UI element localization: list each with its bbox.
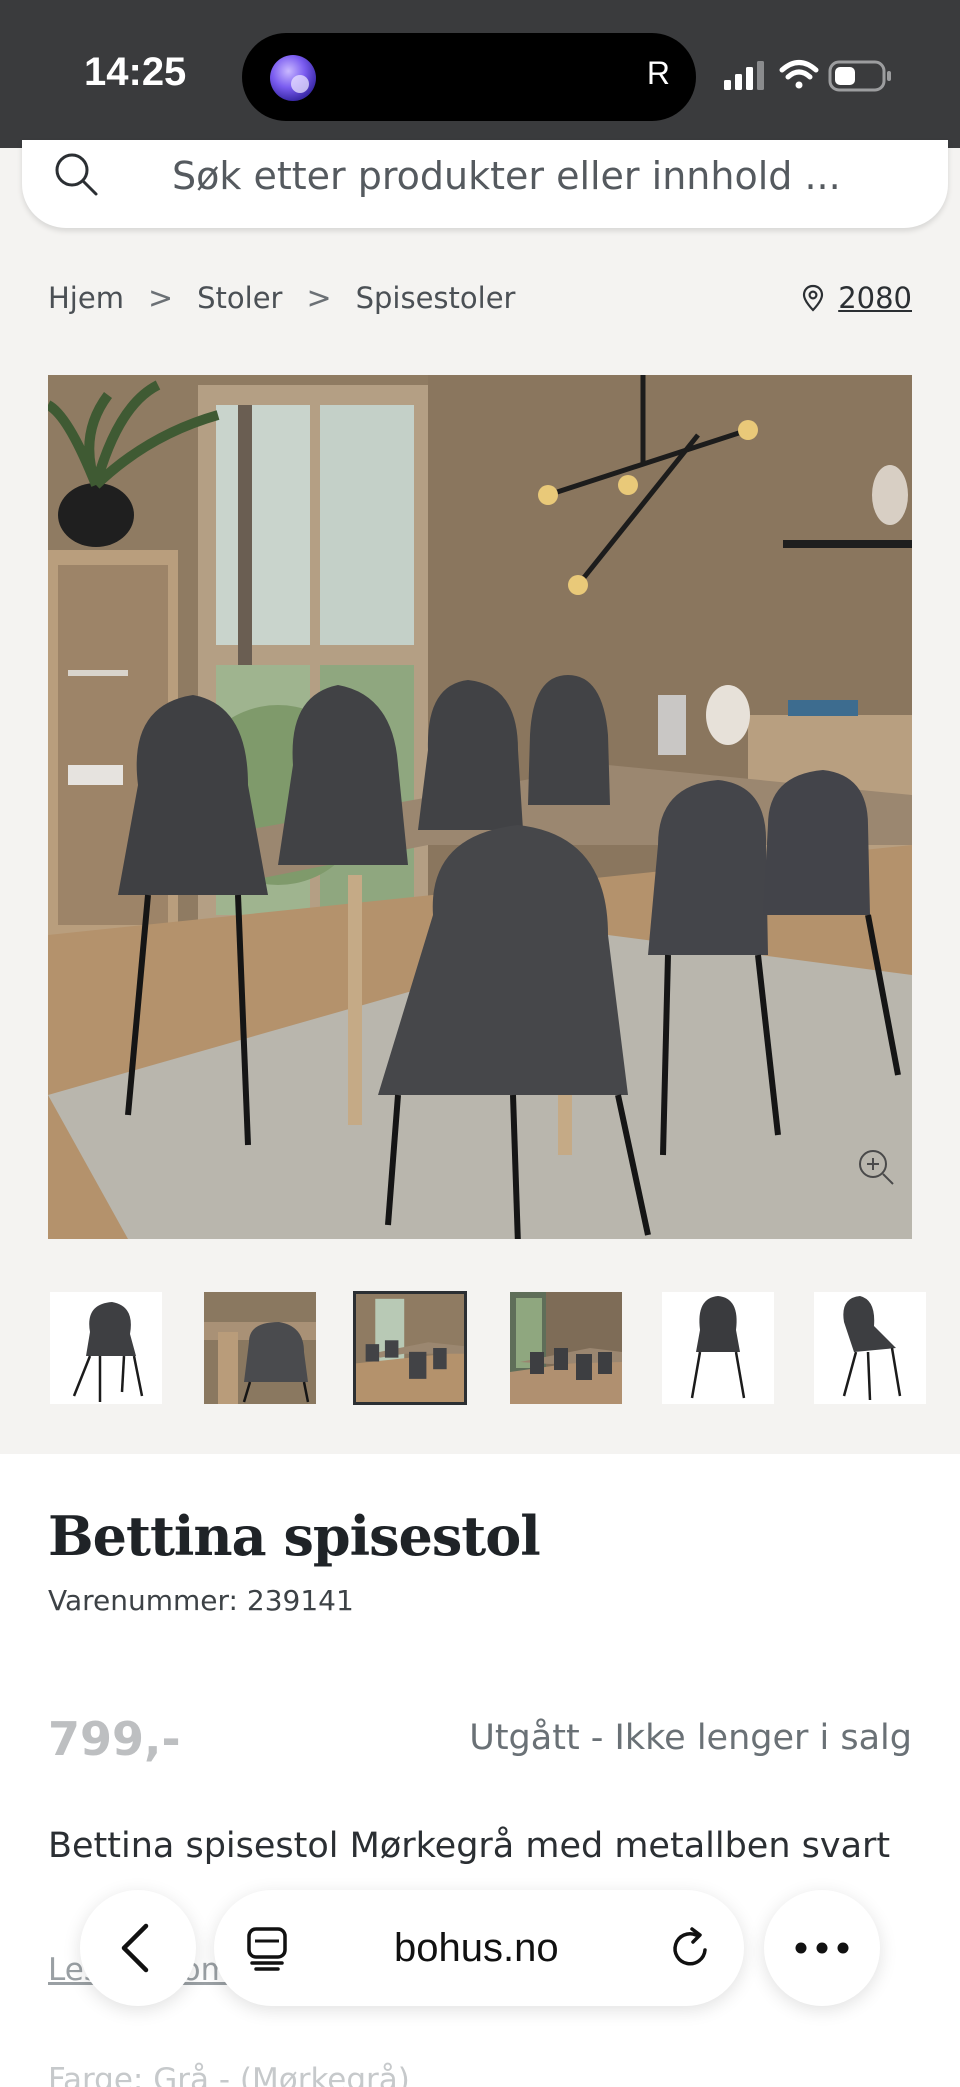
- breadcrumb-separator: >: [147, 280, 174, 316]
- island-label: R: [646, 55, 670, 91]
- reload-icon[interactable]: [668, 1924, 714, 1972]
- chevron-left-icon: [121, 1923, 149, 1973]
- product-sku: Varenummer: 239141: [48, 1584, 354, 1617]
- location-pin-icon: [803, 284, 824, 312]
- browser-url[interactable]: bohus.no: [394, 1926, 559, 1971]
- thumbnail-4[interactable]: [510, 1292, 622, 1404]
- siri-orb-icon: [270, 55, 316, 101]
- search-icon: [55, 153, 98, 196]
- product-title: Bettina spisestol: [48, 1504, 541, 1568]
- thumbnail-2[interactable]: [204, 1292, 316, 1404]
- status-icons: [724, 60, 891, 92]
- breadcrumb: Hjem > Stoler > Spisestoler: [48, 278, 515, 318]
- status-bar: 14:25 R: [0, 0, 960, 148]
- breadcrumb-item-chairs[interactable]: Stoler: [197, 281, 282, 315]
- dynamic-island: R: [242, 33, 696, 121]
- browser-back-button[interactable]: [80, 1890, 196, 2006]
- thumbnail-strip: [48, 1291, 926, 1406]
- chair-back-thumbnail: [662, 1292, 774, 1404]
- product-description: Bettina spisestol Mørkegrå med metallben…: [48, 1826, 891, 1866]
- color-option[interactable]: Farge: Grå - (Mørkegrå): [48, 2062, 410, 2087]
- browser-more-button[interactable]: [764, 1890, 880, 2006]
- thumbnail-1[interactable]: [50, 1292, 162, 1404]
- search-input[interactable]: Søk etter produkter eller innhold ...: [172, 154, 841, 198]
- status-time: 14:25: [84, 50, 187, 94]
- chair-front-thumbnail: [50, 1292, 162, 1404]
- breadcrumb-item-dining-chairs[interactable]: Spisestoler: [356, 281, 516, 315]
- battery-icon: [828, 60, 891, 92]
- tabs-icon[interactable]: [244, 1924, 290, 1972]
- location-postcode[interactable]: 2080: [838, 281, 912, 315]
- store-location[interactable]: 2080: [802, 278, 912, 318]
- chair-side-thumbnail: [814, 1292, 926, 1404]
- chair-table-thumbnail: [204, 1292, 316, 1404]
- product-main-image[interactable]: [48, 375, 912, 1239]
- breadcrumb-item-home[interactable]: Hjem: [48, 281, 124, 315]
- dining-window-thumbnail: [510, 1292, 622, 1404]
- dining-room-thumbnail: [356, 1294, 464, 1402]
- thumbnail-5[interactable]: [662, 1292, 774, 1404]
- availability-status: Utgått - Ikke lenger i salg: [469, 1718, 912, 1758]
- thumbnail-6[interactable]: [814, 1292, 926, 1404]
- thumbnail-3[interactable]: [353, 1291, 467, 1405]
- product-price: 799,-: [48, 1712, 181, 1766]
- more-dots-icon: [795, 1942, 849, 1954]
- wifi-icon: [779, 60, 819, 89]
- breadcrumb-separator: >: [306, 280, 332, 316]
- browser-address-bar[interactable]: bohus.no: [214, 1890, 744, 2006]
- search-bar[interactable]: Søk etter produkter eller innhold ...: [22, 140, 948, 228]
- signal-icon: [724, 61, 764, 90]
- dining-room-photo: [48, 375, 912, 1239]
- zoom-icon[interactable]: [856, 1147, 896, 1187]
